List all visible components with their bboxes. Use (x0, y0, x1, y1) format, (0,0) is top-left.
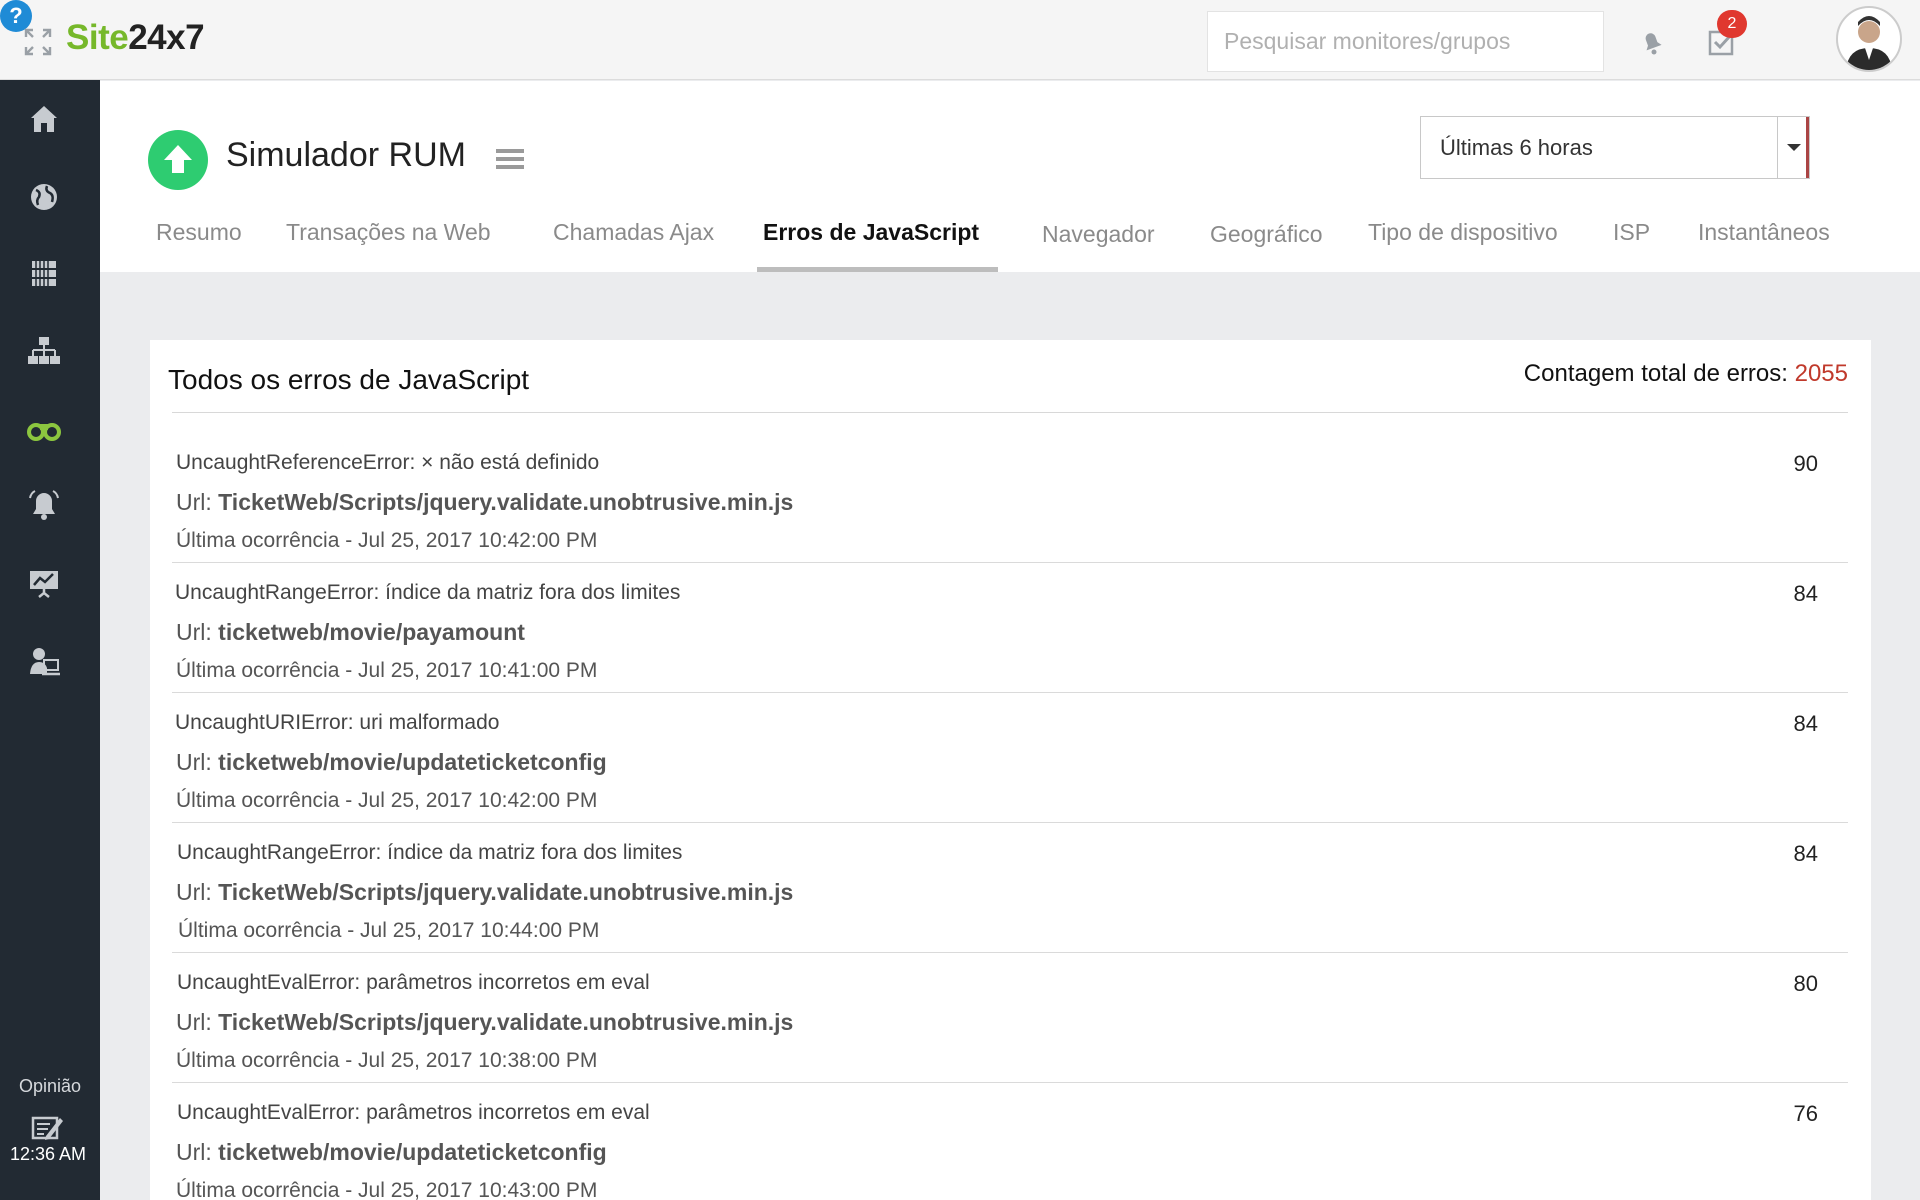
globe-icon[interactable] (27, 180, 61, 214)
tab-erros-javascript[interactable]: Erros de JavaScript (763, 219, 979, 246)
sidebar: Opinião 12:36 AM (0, 80, 100, 1200)
error-row[interactable]: UncaughtReferenceError: × não está defin… (172, 433, 1848, 563)
tab-transacoes-web[interactable]: Transações na Web (286, 219, 491, 246)
error-message: UncaughtRangeError: índice da matriz for… (175, 581, 681, 604)
feedback-label[interactable]: Opinião (0, 1076, 100, 1097)
home-icon[interactable] (27, 102, 61, 136)
tab-chamadas-ajax[interactable]: Chamadas Ajax (553, 219, 714, 246)
tab-resumo[interactable]: Resumo (156, 219, 242, 246)
url-prefix: Url: (176, 619, 219, 645)
tab-navegador[interactable]: Navegador (1042, 221, 1155, 248)
url-prefix: Url: (176, 1139, 219, 1165)
chevron-down-icon[interactable] (1777, 117, 1809, 178)
url-prefix: Url: (176, 749, 219, 775)
tab-geografico[interactable]: Geográfico (1210, 221, 1323, 248)
divider (172, 412, 1848, 413)
last-occurrence: Última ocorrência - Jul 25, 2017 10:44:0… (178, 919, 600, 942)
error-url[interactable]: Url: TicketWeb/Scripts/jquery.validate.u… (176, 489, 793, 516)
error-url[interactable]: Url: ticketweb/movie/updateticketconfig (176, 1139, 607, 1166)
expand-icon[interactable] (24, 28, 52, 56)
url-prefix: Url: (176, 489, 219, 515)
top-bar: Site24x7 2 ? (0, 0, 1920, 80)
error-row[interactable]: UncaughtRangeError: índice da matriz for… (172, 563, 1848, 693)
url-prefix: Url: (176, 1009, 219, 1035)
error-message: UncaughtEvalError: parâmetros incorretos… (177, 971, 650, 994)
error-row[interactable]: UncaughtURIError: uri malformado Url: ti… (172, 693, 1848, 823)
error-count: 90 (1793, 451, 1818, 476)
network-icon[interactable] (27, 334, 61, 368)
total-error-count: Contagem total de erros: 2055 (1524, 360, 1848, 388)
url-value: TicketWeb/Scripts/jquery.validate.unobtr… (218, 879, 794, 905)
clock: 12:36 AM (9, 1144, 87, 1164)
last-occurrence: Última ocorrência - Jul 25, 2017 10:42:0… (176, 529, 598, 552)
url-value: ticketweb/movie/updateticketconfig (218, 749, 607, 775)
tab-isp[interactable]: ISP (1613, 219, 1650, 246)
notification-badge: 2 (1717, 10, 1747, 38)
error-count: 84 (1793, 711, 1818, 736)
server-icon[interactable] (27, 256, 61, 290)
error-message: UncaughtEvalError: parâmetros incorretos… (177, 1101, 650, 1124)
error-row[interactable]: UncaughtEvalError: parâmetros incorretos… (172, 953, 1848, 1083)
active-tab-indicator (757, 267, 998, 272)
error-url[interactable]: Url: ticketweb/movie/updateticketconfig (176, 749, 607, 776)
total-label: Contagem total de erros: (1523, 360, 1795, 387)
error-url[interactable]: Url: ticketweb/movie/payamount (176, 619, 525, 646)
url-value: TicketWeb/Scripts/jquery.validate.unobtr… (218, 1009, 794, 1035)
last-occurrence: Última ocorrência - Jul 25, 2017 10:41:0… (176, 659, 598, 682)
status-up-icon (148, 130, 208, 190)
error-message: UncaughtReferenceError: × não está defin… (176, 451, 600, 474)
last-occurrence: Última ocorrência - Jul 25, 2017 10:43:0… (176, 1179, 598, 1200)
bell-icon[interactable] (1636, 26, 1668, 58)
site24x7-logo[interactable]: Site24x7 (66, 18, 205, 58)
error-message: UncaughtRangeError: índice da matriz for… (177, 841, 683, 864)
url-prefix: Url: (176, 879, 219, 905)
reports-icon[interactable] (27, 566, 61, 600)
time-range-select[interactable]: Últimas 6 horas (1420, 116, 1810, 179)
last-occurrence: Última ocorrência - Jul 25, 2017 10:38:0… (176, 1049, 598, 1072)
error-count: 80 (1793, 971, 1818, 996)
url-value: ticketweb/movie/payamount (218, 619, 525, 645)
feedback-icon[interactable] (30, 1112, 64, 1146)
binoculars-icon[interactable] (27, 412, 61, 446)
tab-tipo-dispositivo[interactable]: Tipo de dispositivo (1368, 219, 1558, 246)
user-avatar-image (1846, 16, 1892, 70)
error-row[interactable]: UncaughtEvalError: parâmetros incorretos… (172, 1083, 1848, 1200)
tab-instantaneos[interactable]: Instantâneos (1698, 219, 1830, 246)
panel-title: Todos os erros de JavaScript (168, 364, 530, 395)
url-value: TicketWeb/Scripts/jquery.validate.unobtr… (218, 489, 794, 515)
page-title: Simulador RUM (226, 136, 466, 174)
admin-icon[interactable] (27, 644, 61, 678)
total-count-value: 2055 (1794, 360, 1848, 387)
error-count: 84 (1793, 841, 1818, 866)
search-input[interactable] (1207, 11, 1604, 72)
error-message: UncaughtURIError: uri malformado (175, 711, 500, 734)
time-range-value: Últimas 6 horas (1440, 135, 1593, 160)
last-occurrence: Última ocorrência - Jul 25, 2017 10:42:0… (176, 789, 598, 812)
error-count: 76 (1793, 1101, 1818, 1126)
error-url[interactable]: Url: TicketWeb/Scripts/jquery.validate.u… (176, 1009, 793, 1036)
error-url[interactable]: Url: TicketWeb/Scripts/jquery.validate.u… (176, 879, 793, 906)
alarm-icon[interactable] (27, 488, 61, 522)
url-value: ticketweb/movie/updateticketconfig (218, 1139, 607, 1165)
user-avatar[interactable] (1836, 6, 1902, 72)
hamburger-menu-icon[interactable] (496, 148, 524, 170)
error-row[interactable]: UncaughtRangeError: índice da matriz for… (172, 823, 1848, 953)
error-count: 84 (1793, 581, 1818, 606)
